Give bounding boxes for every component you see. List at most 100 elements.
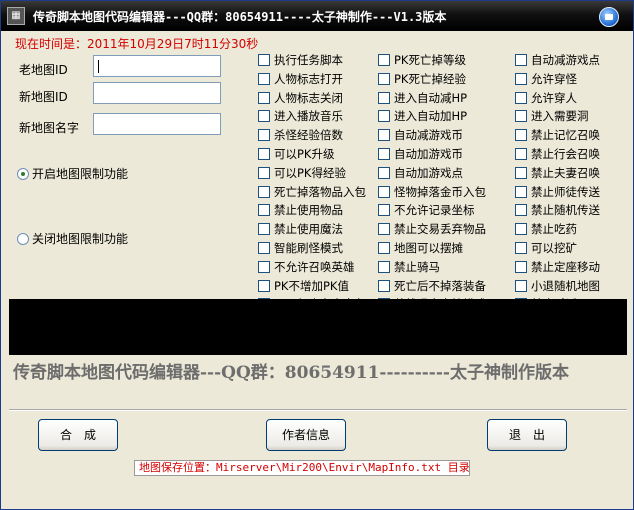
new-map-name-input[interactable] xyxy=(93,113,221,135)
title-bar[interactable]: ▦ 传奇脚本地图代码编辑器---QQ群：80654911----太子神制作---… xyxy=(1,1,633,31)
checkbox-icon[interactable] xyxy=(258,129,270,141)
option-checkbox[interactable]: 禁止行会召唤 xyxy=(515,146,600,162)
option-checkbox[interactable]: 人物标志关闭 xyxy=(258,90,343,106)
option-checkbox[interactable]: 死亡掉落物品入包 xyxy=(258,184,366,200)
option-checkbox[interactable]: 自动加游戏币 xyxy=(378,146,463,162)
checkbox-icon[interactable] xyxy=(378,186,390,198)
checkbox-icon[interactable] xyxy=(378,110,390,122)
checkbox-icon[interactable] xyxy=(258,73,270,85)
old-map-id-label: 老地图ID xyxy=(19,63,68,77)
option-checkbox[interactable]: 可以PK升级 xyxy=(258,146,334,162)
option-label: 杀怪经验倍数 xyxy=(274,128,343,142)
option-checkbox[interactable]: 可以PK得经验 xyxy=(258,165,346,181)
option-checkbox[interactable]: 进入播放音乐 xyxy=(258,108,343,124)
option-checkbox[interactable]: 执行任务脚本 xyxy=(258,52,343,68)
option-checkbox[interactable]: PK死亡掉经验 xyxy=(378,71,466,87)
exit-button[interactable]: 退 出 xyxy=(487,419,567,451)
checkbox-icon[interactable] xyxy=(378,167,390,179)
checkbox-icon[interactable] xyxy=(515,223,527,235)
option-checkbox[interactable]: 自动加游戏点 xyxy=(378,165,463,181)
checkbox-icon[interactable] xyxy=(515,73,527,85)
option-checkbox[interactable]: PK不增加PK值 xyxy=(258,278,349,294)
option-checkbox[interactable]: 禁止随机传送 xyxy=(515,202,600,218)
option-checkbox[interactable]: 自动减游戏点 xyxy=(515,52,600,68)
checkbox-icon[interactable] xyxy=(378,54,390,66)
option-checkbox[interactable]: 进入自动减HP xyxy=(378,90,467,106)
checkbox-icon[interactable] xyxy=(515,204,527,216)
enable-limit-radio[interactable]: 开启地图限制功能 xyxy=(17,165,128,182)
radio-selected-icon[interactable] xyxy=(17,167,29,180)
option-checkbox[interactable]: 可以挖矿 xyxy=(515,240,577,256)
checkbox-icon[interactable] xyxy=(515,54,527,66)
checkbox-icon[interactable] xyxy=(258,92,270,104)
option-label: 不允许记录坐标 xyxy=(394,203,475,217)
option-checkbox[interactable]: PK死亡掉等级 xyxy=(378,52,466,68)
checkbox-icon[interactable] xyxy=(378,261,390,273)
new-map-id-input[interactable] xyxy=(93,82,221,104)
checkbox-icon[interactable] xyxy=(258,204,270,216)
option-checkbox[interactable]: 禁止夫妻召唤 xyxy=(515,165,600,181)
option-checkbox[interactable]: 禁止师徒传送 xyxy=(515,184,600,200)
checkbox-icon[interactable] xyxy=(515,261,527,273)
checkbox-icon[interactable] xyxy=(515,129,527,141)
author-info-button[interactable]: 作者信息 xyxy=(266,419,346,451)
checkbox-icon[interactable] xyxy=(258,54,270,66)
checkbox-icon[interactable] xyxy=(378,223,390,235)
checkbox-icon[interactable] xyxy=(258,148,270,160)
checkbox-icon[interactable] xyxy=(378,242,390,254)
option-checkbox[interactable]: 允许穿人 xyxy=(515,90,577,106)
option-checkbox[interactable]: 不允许召唤英雄 xyxy=(258,259,355,275)
option-checkbox[interactable]: 禁止使用物品 xyxy=(258,202,343,218)
checkbox-icon[interactable] xyxy=(378,92,390,104)
option-checkbox[interactable]: 死亡后不掉落装备 xyxy=(378,278,486,294)
option-checkbox[interactable]: 进入需要洞 xyxy=(515,108,589,124)
checkbox-icon[interactable] xyxy=(258,167,270,179)
option-checkbox[interactable]: 禁止吃药 xyxy=(515,221,577,237)
disable-limit-radio[interactable]: 关闭地图限制功能 xyxy=(17,230,128,247)
option-checkbox[interactable]: 不允许记录坐标 xyxy=(378,202,475,218)
checkbox-icon[interactable] xyxy=(378,129,390,141)
option-checkbox[interactable]: 人物标志打开 xyxy=(258,71,343,87)
option-checkbox[interactable]: 禁止定座移动 xyxy=(515,259,600,275)
checkbox-icon[interactable] xyxy=(258,186,270,198)
option-checkbox[interactable]: 禁止使用魔法 xyxy=(258,221,343,237)
window-title: 传奇脚本地图代码编辑器---QQ群：80654911----太子神制作---V1… xyxy=(33,10,447,24)
checkbox-icon[interactable] xyxy=(515,242,527,254)
option-checkbox[interactable]: 禁止骑马 xyxy=(378,259,440,275)
option-checkbox[interactable]: 禁止交易丢弃物品 xyxy=(378,221,486,237)
option-checkbox[interactable]: 怪物掉落金币入包 xyxy=(378,184,486,200)
checkbox-icon[interactable] xyxy=(378,148,390,160)
checkbox-icon[interactable] xyxy=(515,148,527,160)
new-map-name-label: 新地图名字 xyxy=(19,121,80,135)
option-label: 禁止夫妻召唤 xyxy=(531,166,600,180)
checkbox-icon[interactable] xyxy=(515,186,527,198)
option-label: 人物标志关闭 xyxy=(274,91,343,105)
new-map-id-label: 新地图ID xyxy=(19,90,68,104)
old-map-id-input[interactable] xyxy=(93,55,221,77)
option-checkbox[interactable]: 智能刷怪模式 xyxy=(258,240,343,256)
option-label: 可以PK升级 xyxy=(274,147,335,161)
checkbox-icon[interactable] xyxy=(378,73,390,85)
checkbox-icon[interactable] xyxy=(258,223,270,235)
checkbox-icon[interactable] xyxy=(515,110,527,122)
option-checkbox[interactable]: 进入自动加HP xyxy=(378,108,467,124)
checkbox-icon[interactable] xyxy=(515,167,527,179)
option-label: 禁止记忆召唤 xyxy=(531,128,600,142)
option-checkbox[interactable]: 小退随机地图 xyxy=(515,278,600,294)
checkbox-icon[interactable] xyxy=(378,204,390,216)
checkbox-icon[interactable] xyxy=(258,280,270,292)
checkbox-icon[interactable] xyxy=(515,280,527,292)
option-checkbox[interactable]: 地图可以摆摊 xyxy=(378,240,463,256)
option-checkbox[interactable]: 自动减游戏币 xyxy=(378,127,463,143)
checkbox-icon[interactable] xyxy=(258,242,270,254)
compose-button[interactable]: 合 成 xyxy=(38,419,118,451)
close-icon[interactable] xyxy=(599,7,619,27)
checkbox-icon[interactable] xyxy=(258,110,270,122)
checkbox-icon[interactable] xyxy=(378,280,390,292)
option-checkbox[interactable]: 禁止记忆召唤 xyxy=(515,127,600,143)
checkbox-icon[interactable] xyxy=(258,261,270,273)
option-checkbox[interactable]: 允许穿怪 xyxy=(515,71,577,87)
radio-unselected-icon[interactable] xyxy=(17,232,29,245)
option-checkbox[interactable]: 杀怪经验倍数 xyxy=(258,127,343,143)
checkbox-icon[interactable] xyxy=(515,92,527,104)
